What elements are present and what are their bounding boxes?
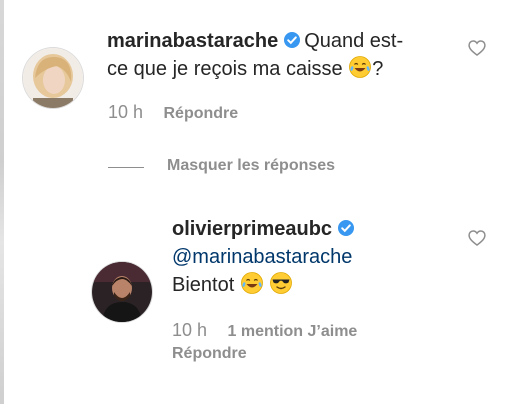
likes-count[interactable]: 1 mention J’aime [228, 323, 358, 340]
replies-divider-line [108, 167, 144, 168]
hide-replies-button[interactable]: Masquer les réponses [167, 157, 335, 175]
verified-badge-icon [284, 32, 301, 48]
like-heart-icon[interactable] [467, 38, 487, 58]
reply-text-body: Bientot [172, 274, 235, 296]
background-panel-edge [0, 0, 4, 404]
verified-badge-icon [338, 220, 355, 236]
comment-text-suffix: ? [372, 58, 384, 80]
reply-time[interactable]: 10 h [172, 320, 207, 340]
reply-button[interactable]: Répondre [164, 105, 239, 122]
comment-text: marinabastarache Quand est- ce que je reç… [107, 27, 447, 83]
comment-text-line1: Quand est- [304, 30, 404, 52]
comment-text-line2: ce que je reçois ma caisse [107, 58, 343, 80]
avatar-olivierprimeaubc[interactable] [92, 262, 152, 322]
smiling-face-with-sunglasses-icon [270, 272, 293, 294]
mention-link[interactable]: @marinabastarache [172, 246, 352, 268]
comment-meta: 10 h Répondre [108, 102, 238, 123]
comment-marinabastarache: marinabastarache Quand est- ce que je reç… [107, 27, 447, 83]
like-heart-icon[interactable] [467, 228, 487, 248]
username-olivierprimeaubc[interactable]: olivierprimeaubc [172, 218, 332, 240]
face-with-tears-of-joy-icon [240, 272, 263, 294]
face-with-tears-of-joy-icon [349, 56, 372, 78]
comment-time[interactable]: 10 h [108, 102, 143, 122]
reply-text: olivierprimeaubc @marinabastarache Bient… [172, 215, 452, 299]
hide-replies-label: Masquer les réponses [167, 157, 336, 174]
comment-olivierprimeaubc: olivierprimeaubc @marinabastarache Bient… [172, 215, 452, 299]
avatar-marinabastarache[interactable] [23, 48, 83, 108]
username-marinabastarache[interactable]: marinabastarache [107, 30, 278, 52]
reply-meta: 10 h 1 mention J’aime Répondre [172, 319, 452, 365]
reply-button[interactable]: Répondre [172, 345, 247, 362]
